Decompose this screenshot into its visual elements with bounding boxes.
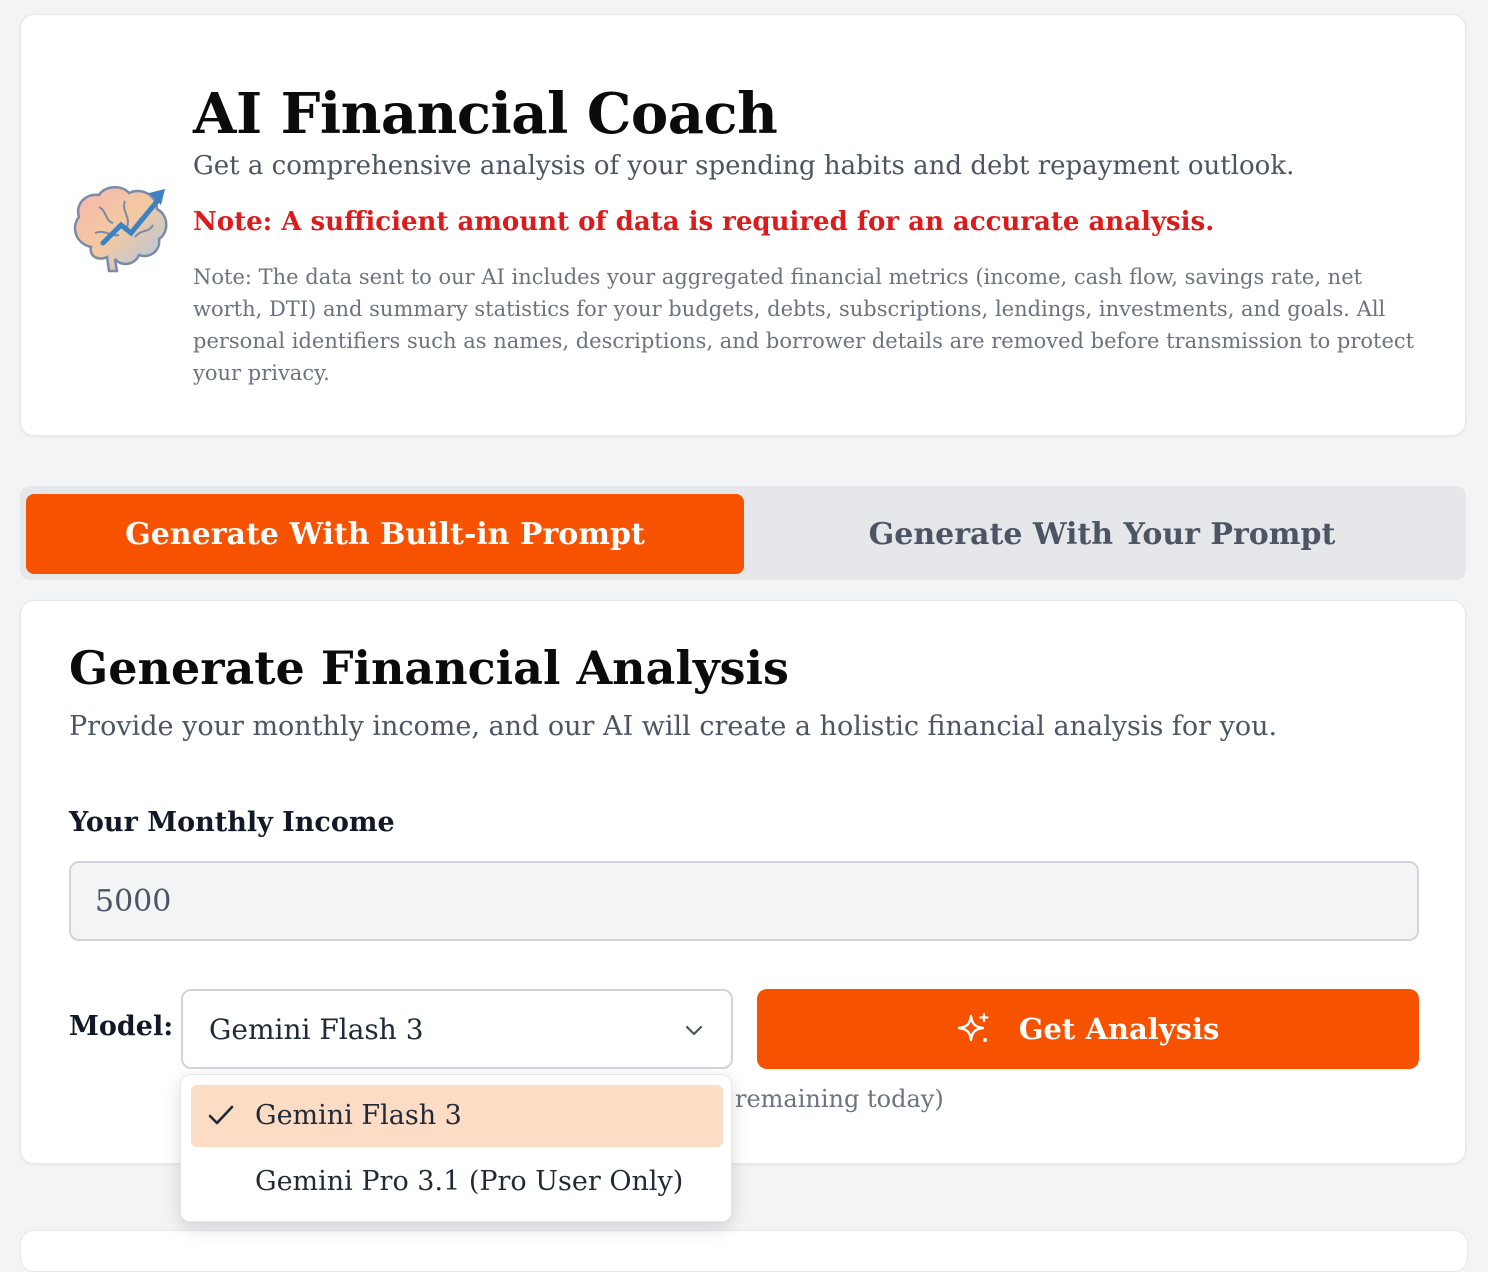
data-requirement-warning: Note: A sufficient amount of data is req… <box>193 207 1215 237</box>
monthly-income-input[interactable] <box>69 861 1419 941</box>
analysis-description: Provide your monthly income, and our AI … <box>69 711 1278 742</box>
model-option-gemini-pro-3-1[interactable]: Gemini Pro 3.1 (Pro User Only) <box>191 1151 723 1213</box>
prompt-tab-bar: Generate With Built-in Prompt Generate W… <box>20 486 1466 580</box>
get-analysis-label: Get Analysis <box>1018 1012 1220 1046</box>
model-select-value: Gemini Flash 3 <box>209 1013 424 1046</box>
page-title: AI Financial Coach <box>193 81 778 147</box>
model-option-label: Gemini Flash 3 <box>255 1100 462 1131</box>
sparkle-icon <box>957 1012 989 1042</box>
model-label: Model: <box>69 1011 174 1042</box>
model-dropdown-menu: Gemini Flash 3 Gemini Pro 3.1 (Pro User … <box>180 1074 732 1222</box>
model-select[interactable]: Gemini Flash 3 <box>181 989 733 1069</box>
tab-your-prompt[interactable]: Generate With Your Prompt <box>744 494 1460 574</box>
privacy-note: Note: The data sent to our AI includes y… <box>193 265 1415 385</box>
page-subtitle: Get a comprehensive analysis of your spe… <box>193 151 1295 181</box>
header-card: AI Financial Coach Get a comprehensive a… <box>20 14 1466 436</box>
check-icon <box>208 1105 234 1125</box>
model-option-label: Gemini Pro 3.1 (Pro User Only) <box>255 1166 684 1197</box>
brain-icon <box>73 186 168 273</box>
model-option-gemini-flash-3[interactable]: Gemini Flash 3 <box>191 1085 723 1147</box>
monthly-income-label: Your Monthly Income <box>69 807 395 838</box>
tab-built-in-prompt[interactable]: Generate With Built-in Prompt <box>26 494 744 574</box>
chevron-down-icon <box>685 1025 703 1036</box>
get-analysis-button[interactable]: Get Analysis <box>757 989 1419 1069</box>
analysis-title: Generate Financial Analysis <box>69 641 789 695</box>
remaining-usage-note: remaining today) <box>735 1085 944 1113</box>
next-card <box>20 1230 1468 1272</box>
